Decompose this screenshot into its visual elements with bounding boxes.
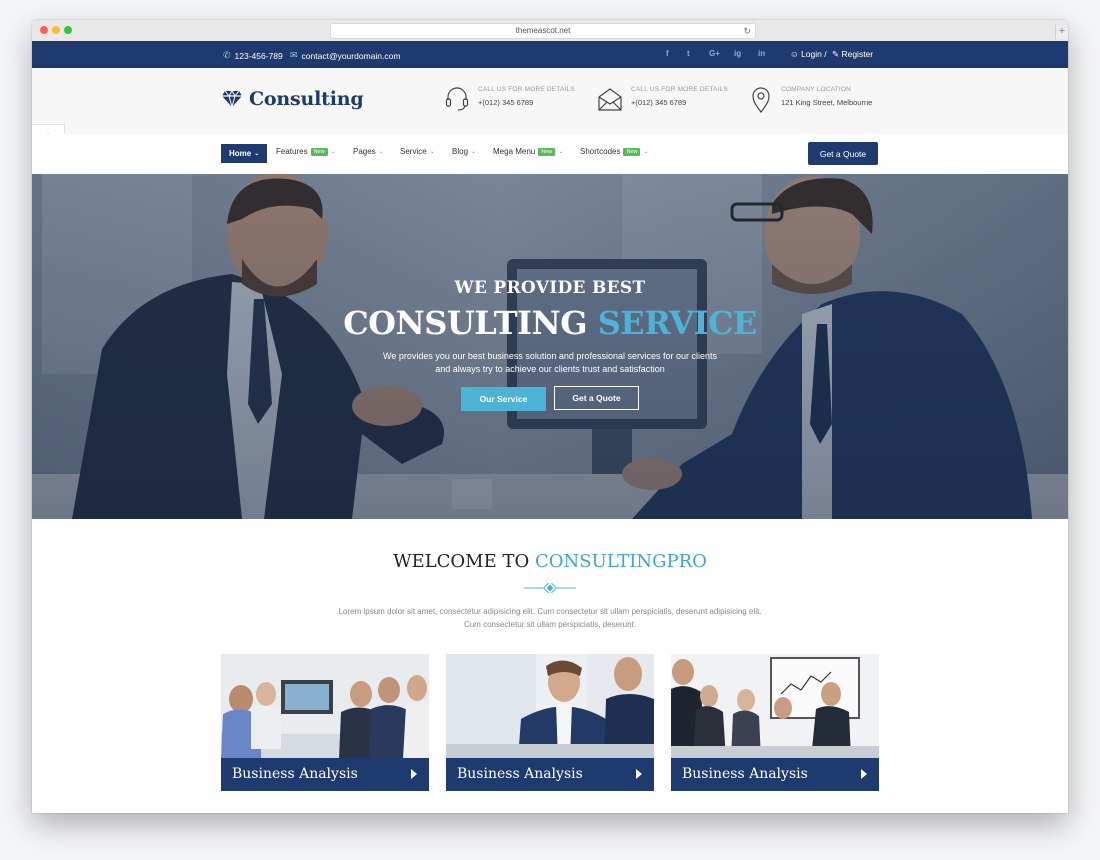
welcome-title: WELCOME TO CONSULTINGPRO	[32, 551, 1068, 572]
hero-background-image	[32, 174, 1068, 519]
linkedin-icon[interactable]: in	[758, 49, 765, 58]
nav-item-pages[interactable]: Pages ⌄	[353, 147, 384, 156]
headset-icon	[445, 87, 469, 111]
nav-item-shortcodes[interactable]: Shortcodes New ⌄	[580, 147, 649, 156]
login-link[interactable]: Login /	[801, 49, 827, 59]
twitter-icon[interactable]: t	[687, 49, 690, 58]
envelope-icon: ✉	[290, 50, 298, 60]
register-icon: ✎	[831, 49, 840, 59]
google-plus-icon[interactable]: G+	[709, 49, 720, 58]
nav-item-label: Home	[229, 149, 252, 158]
service-card[interactable]: Business Analysis	[671, 654, 879, 791]
new-badge: New	[538, 147, 556, 156]
nav-item-label: Pages	[353, 147, 376, 156]
title-divider	[524, 583, 576, 593]
nav-item-label: Mega Menu	[493, 147, 536, 156]
welcome-title-main: WELCOME TO	[393, 551, 530, 572]
topbar-phone-text: 123-456-789	[234, 50, 283, 61]
hero-description: We provides you our best business soluti…	[350, 350, 750, 376]
facebook-icon[interactable]: f	[666, 49, 669, 58]
hero-description-line: and always try to achieve our clients tr…	[435, 364, 665, 374]
card-title-bar: Business Analysis	[446, 758, 654, 791]
header-info-location: COMPANY LOCATION 121 King Street, Melbou…	[750, 86, 872, 114]
chevron-down-icon: ⌄	[330, 149, 336, 155]
nav-item-mega-menu[interactable]: Mega Menu New ⌄	[493, 147, 563, 156]
phone-icon: ✆	[223, 50, 231, 60]
header-info-label: COMPANY LOCATION	[781, 86, 852, 93]
caret-right-icon[interactable]	[861, 769, 867, 779]
hero-description-line: We provides you our best business soluti…	[382, 351, 717, 361]
welcome-description: Lorem ipsum dolor sit amet, consectetur …	[300, 605, 800, 631]
chevron-down-icon: ⌄	[471, 149, 477, 155]
address-bar[interactable]: themeascot.net ↻	[330, 23, 756, 39]
chevron-down-icon: ⌄	[429, 149, 435, 155]
topbar-phone[interactable]: ✆ 123-456-789	[223, 50, 283, 61]
chevron-down-icon: ⌄	[643, 149, 649, 155]
new-badge: New	[623, 147, 641, 156]
hero-get-quote-button[interactable]: Get a Quote	[554, 386, 639, 410]
nav-item-features[interactable]: Features New ⌄	[276, 147, 336, 156]
our-service-button[interactable]: Our Service	[461, 387, 546, 411]
instagram-icon[interactable]: ig	[734, 49, 741, 58]
new-tab-button[interactable]: +	[1055, 25, 1068, 39]
nav-item-blog[interactable]: Blog ⌄	[452, 147, 476, 156]
chevron-down-icon: ⌄	[254, 151, 260, 157]
card-title: Business Analysis	[682, 766, 808, 782]
service-card[interactable]: Business Analysis	[446, 654, 654, 791]
logo-text: Consulting	[249, 88, 364, 110]
nav-item-label: Blog	[452, 147, 469, 156]
site-header: Consulting CALL US FOR MORE DETAILS +(01…	[32, 68, 1068, 134]
chevron-down-icon: ⌄	[558, 149, 564, 155]
header-info-label: CALL US FOR MORE DETAILS	[478, 86, 575, 93]
header-info-value: 121 King Street, Melbourne	[781, 98, 873, 107]
envelope-open-icon	[598, 88, 622, 111]
service-card[interactable]: Business Analysis	[221, 654, 429, 791]
card-title: Business Analysis	[232, 766, 358, 782]
caret-right-icon[interactable]	[636, 769, 642, 779]
close-window-button[interactable]	[40, 26, 48, 34]
header-info-email: CALL US FOR MORE DETAILS +(012) 345 6789	[598, 86, 728, 112]
header-info-value: +(012) 345 6789	[631, 98, 687, 107]
map-pin-icon	[752, 87, 770, 113]
user-icon: ☺	[790, 49, 799, 59]
hero-banner: WE PROVIDE BEST CONSULTING SERVICE We pr…	[32, 174, 1068, 519]
nav-item-service[interactable]: Service ⌄	[400, 147, 435, 156]
hero-subtitle: WE PROVIDE BEST	[454, 278, 646, 298]
card-title-bar: Business Analysis	[221, 758, 429, 791]
welcome-description-line: Cum consectetur sit ullam perspiciatis, …	[463, 620, 637, 629]
hero-title: CONSULTING SERVICE	[32, 304, 1068, 342]
reload-icon[interactable]: ↻	[743, 24, 751, 38]
nav-item-home[interactable]: Home ⌄	[221, 144, 268, 163]
site-logo[interactable]: Consulting	[221, 88, 364, 110]
welcome-title-accent: CONSULTINGPRO	[534, 551, 707, 572]
card-title: Business Analysis	[457, 766, 583, 782]
topbar-email-text: contact@yourdomain.com	[301, 50, 401, 61]
browser-window: themeascot.net ↻ + ✆ 123-456-789 ✉ conta…	[32, 20, 1068, 813]
top-bar: ✆ 123-456-789 ✉ contact@yourdomain.com f…	[32, 41, 1068, 68]
header-info-value: +(012) 345 6789	[478, 98, 534, 107]
header-info-label: CALL US FOR MORE DETAILS	[631, 86, 728, 93]
topbar-email[interactable]: ✉ contact@yourdomain.com	[290, 50, 400, 61]
register-link[interactable]: Register	[841, 49, 873, 59]
nav-item-label: Shortcodes	[580, 147, 621, 156]
nav-item-label: Service	[400, 147, 427, 156]
minimize-window-button[interactable]	[52, 26, 60, 34]
new-badge: New	[310, 147, 328, 156]
browser-chrome: themeascot.net ↻ +	[32, 20, 1068, 42]
login-register: ☺ Login / ✎ Register	[790, 49, 873, 60]
get-quote-button[interactable]: Get a Quote	[808, 142, 878, 165]
address-bar-url: themeascot.net	[515, 26, 571, 35]
hero-title-accent: SERVICE	[597, 304, 758, 342]
card-title-bar: Business Analysis	[671, 758, 879, 791]
hero-title-main: CONSULTING	[343, 304, 588, 342]
caret-right-icon[interactable]	[411, 769, 417, 779]
maximize-window-button[interactable]	[64, 26, 72, 34]
welcome-description-line: Lorem ipsum dolor sit amet, consectetur …	[338, 607, 762, 616]
main-nav: Home ⌄ Features New ⌄ Pages ⌄ Service ⌄ Blog…	[32, 134, 1068, 174]
nav-item-label: Features	[276, 147, 308, 156]
diamond-icon	[222, 90, 242, 108]
chevron-down-icon: ⌄	[378, 149, 384, 155]
header-info-phone: CALL US FOR MORE DETAILS +(012) 345 6789	[445, 86, 575, 112]
